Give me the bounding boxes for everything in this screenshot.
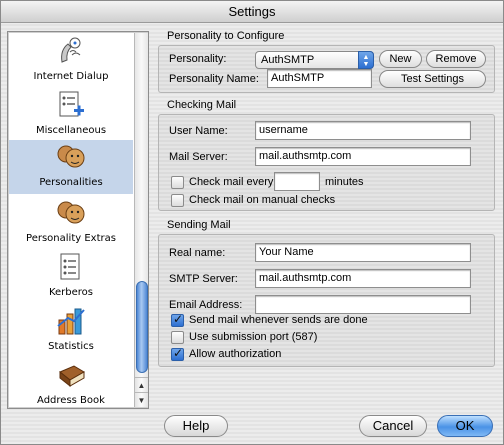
settings-window: Settings Internet Dialup Miscellaneous P… bbox=[0, 0, 504, 445]
document-list-icon bbox=[60, 253, 80, 280]
personality-name-label: Personality Name: bbox=[169, 73, 259, 85]
popup-arrows-icon: ▲ ▼ bbox=[358, 51, 374, 69]
faces-icon bbox=[57, 145, 85, 168]
checkmark-icon: ✓ bbox=[173, 312, 184, 326]
manual-checks-checkbox[interactable] bbox=[171, 194, 184, 207]
ok-button[interactable]: OK bbox=[437, 415, 493, 437]
sending-group-title: Sending Mail bbox=[167, 219, 231, 231]
manual-checks-label: Check mail on manual checks bbox=[189, 194, 336, 206]
remove-personality-button[interactable]: Remove bbox=[426, 50, 486, 68]
personality-popup[interactable]: AuthSMTP ▲ ▼ bbox=[255, 51, 374, 69]
sidebar-item-personalities[interactable]: Personalities bbox=[9, 140, 133, 194]
help-button[interactable]: Help bbox=[164, 415, 228, 437]
email-address-label: Email Address: bbox=[169, 299, 243, 311]
sidebar-item-label: Kerberos bbox=[48, 287, 94, 298]
cancel-button[interactable]: Cancel bbox=[359, 415, 427, 437]
sidebar-scrollbar[interactable]: ▲ ▼ bbox=[134, 33, 148, 407]
check-interval-field[interactable] bbox=[274, 172, 320, 191]
personality-group-title: Personality to Configure bbox=[167, 30, 285, 42]
smtp-server-label: SMTP Server: bbox=[169, 273, 238, 285]
real-name-label: Real name: bbox=[169, 247, 226, 259]
sidebar-item-label: Statistics bbox=[48, 341, 94, 352]
email-address-field[interactable] bbox=[255, 295, 471, 314]
scroll-down-arrow-icon[interactable]: ▼ bbox=[135, 392, 148, 407]
check-mail-every-label: Check mail every bbox=[189, 176, 274, 188]
new-personality-button[interactable]: New bbox=[379, 50, 422, 68]
document-plus-icon bbox=[59, 91, 84, 117]
send-when-done-checkbox[interactable]: ✓ bbox=[171, 312, 184, 327]
sidebar-item-label: Personality Extras bbox=[26, 233, 116, 244]
sidebar-item-label: Personalities bbox=[39, 177, 103, 188]
window-title: Settings bbox=[1, 1, 503, 23]
allow-authorization-label: Allow authorization bbox=[189, 348, 282, 360]
sidebar-item-label: Address Book bbox=[37, 395, 105, 406]
allow-authorization-checkbox[interactable]: ✓ bbox=[171, 346, 184, 361]
checking-group-title: Checking Mail bbox=[167, 99, 237, 111]
personality-name-field[interactable]: AuthSMTP bbox=[267, 69, 372, 88]
phone-dial-icon bbox=[61, 37, 81, 63]
mail-server-label: Mail Server: bbox=[169, 151, 228, 163]
submission-port-checkbox[interactable] bbox=[171, 331, 184, 344]
sidebar-item-miscellaneous[interactable]: Miscellaneous bbox=[9, 88, 133, 142]
sidebar-item-label: Miscellaneous bbox=[35, 125, 107, 136]
minutes-label: minutes bbox=[325, 176, 364, 188]
sidebar-item-kerberos[interactable]: Kerberos bbox=[9, 250, 133, 304]
mail-server-field[interactable]: mail.authsmtp.com bbox=[255, 147, 471, 166]
sidebar-item-personality-extras[interactable]: Personality Extras bbox=[9, 196, 133, 250]
real-name-field[interactable]: Your Name bbox=[255, 243, 471, 262]
scroll-up-arrow-icon[interactable]: ▲ bbox=[135, 377, 148, 392]
sidebar-item-internet-dialup[interactable]: Internet Dialup bbox=[9, 34, 133, 88]
sidebar-item-label: Internet Dialup bbox=[33, 71, 109, 82]
send-when-done-label: Send mail whenever sends are done bbox=[189, 314, 368, 326]
test-settings-button[interactable]: Test Settings bbox=[379, 70, 486, 88]
smtp-server-field[interactable]: mail.authsmtp.com bbox=[255, 269, 471, 288]
user-name-field[interactable]: username bbox=[255, 121, 471, 140]
bar-chart-icon bbox=[57, 308, 85, 335]
book-icon bbox=[59, 365, 85, 388]
sidebar-item-address-book[interactable]: Address Book bbox=[9, 358, 133, 412]
checkmark-icon: ✓ bbox=[173, 346, 184, 360]
sidebar-item-statistics[interactable]: Statistics bbox=[9, 304, 133, 358]
settings-category-list[interactable]: Internet Dialup Miscellaneous Personalit… bbox=[7, 31, 149, 409]
personality-popup-value: AuthSMTP bbox=[261, 54, 315, 66]
scrollbar-thumb[interactable] bbox=[136, 281, 148, 373]
faces-icon bbox=[57, 201, 85, 224]
check-mail-every-checkbox[interactable] bbox=[171, 176, 184, 189]
personality-label: Personality: bbox=[169, 53, 227, 65]
submission-port-label: Use submission port (587) bbox=[189, 331, 318, 343]
user-name-label: User Name: bbox=[169, 125, 228, 137]
